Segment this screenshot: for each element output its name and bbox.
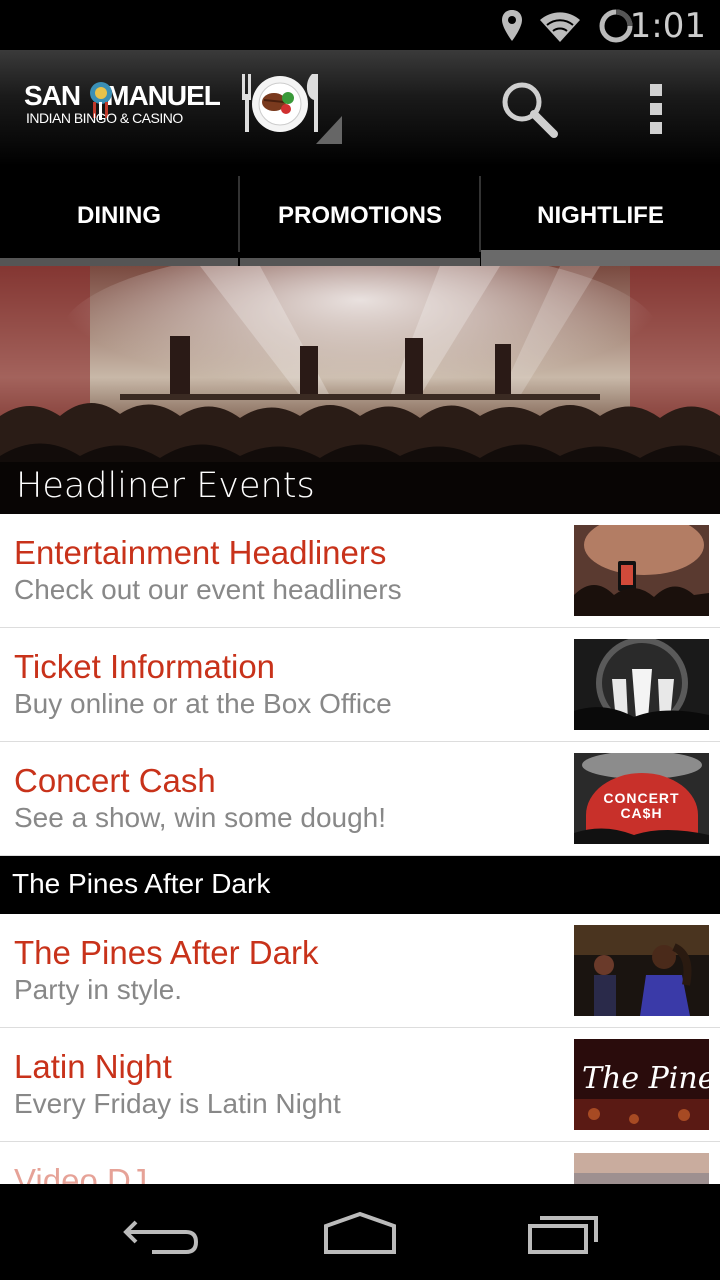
- list-item-title: Video DJ: [14, 1162, 148, 1184]
- latin-night-thumbnail: The Pines: [574, 1039, 709, 1130]
- concert-cash-logo-text: CONCERT CA$H: [603, 790, 680, 821]
- list-item-subtitle: Every Friday is Latin Night: [14, 1088, 341, 1119]
- tab-dining[interactable]: DINING: [0, 166, 238, 266]
- tab-indicator: [240, 258, 480, 266]
- list-item-video-dj[interactable]: Video DJ: [0, 1142, 720, 1184]
- list-item-title: Latin Night: [14, 1048, 172, 1085]
- headliners-thumbnail: [574, 525, 709, 616]
- list-item-subtitle: Check out our event headliners: [14, 574, 402, 605]
- pines-logo-text: The Pines: [582, 1061, 709, 1096]
- list-item-pines-after-dark[interactable]: The Pines After Dark Party in style.: [0, 914, 720, 1028]
- pines-after-dark-thumbnail: [574, 925, 709, 1016]
- sync-icon: [599, 9, 633, 43]
- section-header: The Pines After Dark: [0, 856, 720, 914]
- tab-nightlife-label: NIGHTLIFE: [537, 202, 664, 229]
- status-time: 1:01: [629, 6, 706, 46]
- dining-plate-icon[interactable]: [236, 72, 346, 150]
- back-icon[interactable]: [112, 1202, 212, 1262]
- tab-promotions[interactable]: PROMOTIONS: [240, 166, 480, 266]
- logo-text-line1: SAN MANUEL: [24, 80, 221, 111]
- list-item-subtitle: Buy online or at the Box Office: [14, 688, 392, 719]
- hero-caption-bar: Headliner Events: [0, 462, 720, 514]
- list-item-latin-night[interactable]: Latin Night Every Friday is Latin Night …: [0, 1028, 720, 1142]
- system-nav-bar: [0, 1184, 720, 1280]
- tab-dining-label: DINING: [77, 202, 161, 229]
- section-header-label: The Pines After Dark: [12, 868, 271, 899]
- tab-promotions-label: PROMOTIONS: [277, 202, 442, 229]
- nightlife-list: Entertainment Headliners Check out our e…: [0, 514, 720, 1184]
- app-logo[interactable]: SAN MANUEL INDIAN BINGO & CASINO: [24, 80, 224, 140]
- list-item-concert-cash[interactable]: Concert Cash See a show, win some dough!…: [0, 742, 720, 856]
- concert-cash-thumbnail: CONCERT CA$H: [574, 753, 709, 844]
- list-item-title: The Pines After Dark: [14, 934, 319, 971]
- ticket-thumbnail: [574, 639, 709, 730]
- action-bar: SAN MANUEL INDIAN BINGO & CASINO: [0, 50, 720, 166]
- wifi-icon: [540, 12, 580, 42]
- list-item-subtitle: See a show, win some dough!: [14, 802, 387, 833]
- search-icon[interactable]: [494, 74, 564, 144]
- recents-icon[interactable]: [512, 1202, 612, 1262]
- hero-caption: Headliner Events: [16, 466, 315, 506]
- location-icon: [502, 10, 522, 41]
- list-item-title: Concert Cash: [14, 762, 216, 799]
- list-item-ticket-information[interactable]: Ticket Information Buy online or at the …: [0, 628, 720, 742]
- logo-text-line2: INDIAN BINGO & CASINO: [26, 110, 183, 126]
- tab-nightlife[interactable]: NIGHTLIFE: [481, 166, 720, 266]
- tab-indicator: [0, 258, 238, 266]
- list-item-subtitle: Party in style.: [14, 974, 183, 1005]
- overflow-menu-icon[interactable]: [628, 74, 684, 144]
- list-item-title: Ticket Information: [14, 648, 276, 685]
- list-item-entertainment-headliners[interactable]: Entertainment Headliners Check out our e…: [0, 514, 720, 628]
- home-icon[interactable]: [310, 1202, 410, 1262]
- status-bar: 1:01: [0, 0, 720, 50]
- list-item-title: Entertainment Headliners: [14, 534, 387, 571]
- tab-indicator-active: [481, 250, 720, 266]
- hero-banner[interactable]: Headliner Events: [0, 266, 720, 514]
- video-dj-thumbnail: [574, 1153, 709, 1184]
- tab-bar: DINING PROMOTIONS NIGHTLIFE: [0, 166, 720, 266]
